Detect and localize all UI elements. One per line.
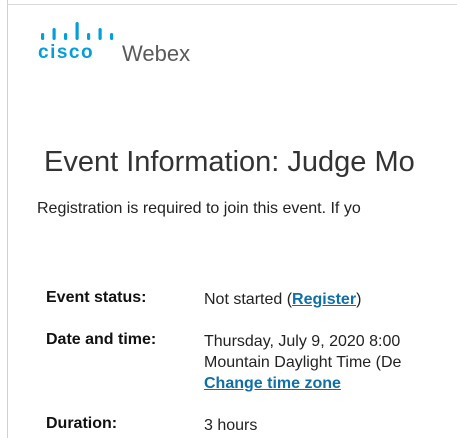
register-link[interactable]: Register <box>292 291 356 308</box>
page-title: Event Information: Judge Mo <box>44 146 415 178</box>
cisco-bar <box>110 33 114 40</box>
date-time-label: Date and time: <box>46 331 157 348</box>
duration-label: Duration: <box>46 415 118 432</box>
cisco-bar <box>41 33 45 40</box>
event-status-value: Not started (Register) <box>204 289 361 310</box>
date-time-line-2: Mountain Daylight Time (De <box>204 354 402 371</box>
registration-notice: Registration is required to join this ev… <box>37 200 361 217</box>
cisco-bar <box>98 28 102 40</box>
cisco-bar <box>75 22 79 40</box>
cisco-bar <box>87 33 91 40</box>
cisco-bar <box>52 28 56 40</box>
date-time-value: Thursday, July 9, 2020 8:00 Mountain Day… <box>204 331 401 394</box>
event-status-label: Event status: <box>46 289 147 306</box>
event-status-paren: ) <box>356 291 362 308</box>
duration-value: 3 hours <box>204 417 258 434</box>
logo-company-text: cisco <box>38 42 95 63</box>
event-status-text: Not started ( <box>204 291 293 308</box>
logo-product-text: Webex <box>122 41 191 66</box>
webex-event-page: cisco Webex Event Information: Judge Mo … <box>0 0 457 438</box>
cisco-webex-logo: cisco Webex <box>38 20 258 68</box>
window-left-border <box>7 0 8 438</box>
cisco-bar <box>64 33 68 40</box>
cisco-bars-icon <box>41 22 114 40</box>
window-top-border <box>7 4 457 5</box>
change-time-zone-link[interactable]: Change time zone <box>204 373 401 394</box>
date-time-line-1: Thursday, July 9, 2020 8:00 <box>204 333 401 350</box>
